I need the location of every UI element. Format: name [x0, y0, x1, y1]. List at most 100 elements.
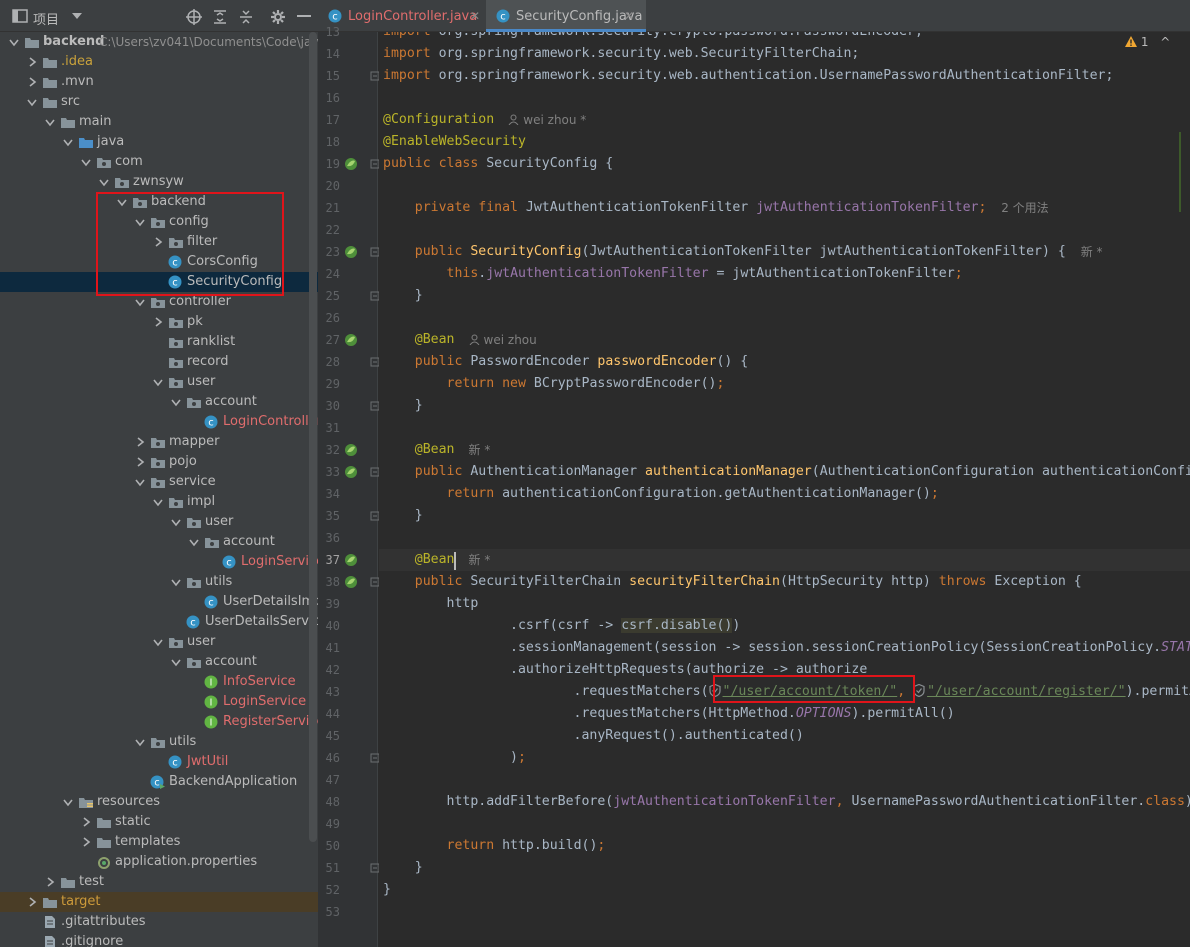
- tree-item[interactable]: ranklist: [0, 332, 318, 352]
- inspection-widget[interactable]: 1 ^: [1125, 35, 1170, 49]
- spring-bean-icon[interactable]: [344, 157, 358, 171]
- spring-bean-icon[interactable]: [344, 443, 358, 457]
- tree-item[interactable]: .gitignore: [0, 932, 318, 947]
- tree-item[interactable]: resources: [0, 792, 318, 812]
- gear-icon[interactable]: [270, 9, 286, 25]
- tree-item[interactable]: I RegisterService: [0, 712, 318, 732]
- chevron-down-icon[interactable]: [170, 576, 182, 588]
- spring-bean-icon[interactable]: [344, 333, 358, 347]
- tree-item[interactable]: backend C:\Users\zv041\Documents\Code\jav…: [0, 32, 318, 52]
- tree-item[interactable]: utils: [0, 732, 318, 752]
- chevron-down-icon[interactable]: [72, 13, 82, 19]
- inlay-hint-container[interactable]: 2 个用法: [1001, 197, 1048, 219]
- inlay-hint-container[interactable]: wei zhou *: [508, 109, 586, 131]
- tree-item[interactable]: c UserDetailsImpl: [0, 592, 318, 612]
- locate-file-icon[interactable]: [186, 9, 202, 25]
- tree-item[interactable]: zwnsyw: [0, 172, 318, 192]
- tree-item[interactable]: src: [0, 92, 318, 112]
- expand-all-icon[interactable]: [212, 9, 228, 25]
- chevron-down-icon[interactable]: [44, 116, 56, 128]
- tree-item[interactable]: pojo: [0, 452, 318, 472]
- chevron-right-icon[interactable]: [26, 76, 38, 88]
- tree-item[interactable]: application.properties: [0, 852, 318, 872]
- chevron-down-icon[interactable]: [134, 476, 146, 488]
- project-panel-title[interactable]: 项目: [33, 9, 59, 28]
- chevron-down-icon[interactable]: [170, 516, 182, 528]
- tree-item[interactable]: I LoginService: [0, 692, 318, 712]
- tree-item[interactable]: .mvn: [0, 72, 318, 92]
- tree-item[interactable]: main: [0, 112, 318, 132]
- code-editor[interactable]: import org.springframework.security.cryp…: [379, 32, 1190, 947]
- chevron-down-icon[interactable]: [62, 796, 74, 808]
- tree-item[interactable]: account: [0, 392, 318, 412]
- minimize-icon[interactable]: [297, 15, 311, 17]
- spring-bean-icon[interactable]: [344, 465, 358, 479]
- tree-item[interactable]: target: [0, 892, 318, 912]
- tree-item[interactable]: mapper: [0, 432, 318, 452]
- tree-item[interactable]: impl: [0, 492, 318, 512]
- chevron-down-icon[interactable]: [134, 736, 146, 748]
- tab-login-controller[interactable]: c LoginController.java ✕: [318, 0, 486, 32]
- project-view-icon[interactable]: [12, 9, 28, 23]
- chevron-right-icon[interactable]: [80, 816, 92, 828]
- chevron-down-icon[interactable]: [188, 536, 200, 548]
- chevron-right-icon[interactable]: [152, 316, 164, 328]
- package-icon: [187, 398, 201, 408]
- tree-item[interactable]: .idea: [0, 52, 318, 72]
- chevron-down-icon[interactable]: [152, 376, 164, 388]
- tree-item[interactable]: pk: [0, 312, 318, 332]
- tree-item[interactable]: user: [0, 372, 318, 392]
- chevron-down-icon[interactable]: [170, 396, 182, 408]
- tree-item[interactable]: I InfoService: [0, 672, 318, 692]
- tree-item[interactable]: templates: [0, 832, 318, 852]
- line-number: 20: [325, 179, 340, 193]
- inlay-hint-container[interactable]: 新 *: [469, 439, 491, 461]
- tree-item[interactable]: .gitattributes: [0, 912, 318, 932]
- tree-item[interactable]: user: [0, 632, 318, 652]
- tree-item[interactable]: record: [0, 352, 318, 372]
- tree-item[interactable]: static: [0, 812, 318, 832]
- chevron-down-icon[interactable]: [8, 36, 20, 48]
- chevron-right-icon[interactable]: [134, 456, 146, 468]
- chevron-right-icon[interactable]: [44, 876, 56, 888]
- chevron-down-icon[interactable]: [170, 656, 182, 668]
- tab-security-config[interactable]: c SecurityConfig.java ✕: [486, 0, 646, 32]
- tree-item[interactable]: utils: [0, 572, 318, 592]
- spring-bean-icon[interactable]: [344, 575, 358, 589]
- close-icon[interactable]: ✕: [470, 9, 480, 23]
- tree-item[interactable]: c UserDetailsServiceImpl: [0, 612, 318, 632]
- chevron-down-icon[interactable]: [80, 156, 92, 168]
- tree-item[interactable]: c BackendApplication: [0, 772, 318, 792]
- collapse-all-icon[interactable]: [238, 9, 254, 25]
- tree-item[interactable]: user: [0, 512, 318, 532]
- close-icon[interactable]: ✕: [624, 9, 634, 23]
- tree-item[interactable]: account: [0, 652, 318, 672]
- chevron-right-icon[interactable]: [80, 836, 92, 848]
- chevron-right-icon[interactable]: [134, 436, 146, 448]
- tree-item[interactable]: c LoginServiceImpl: [0, 552, 318, 572]
- tree-item[interactable]: account: [0, 532, 318, 552]
- tree-item[interactable]: test: [0, 872, 318, 892]
- chevron-right-icon[interactable]: [26, 896, 38, 908]
- chevron-down-icon[interactable]: [152, 636, 164, 648]
- code-line: .requestMatchers(HttpMethod.OPTIONS).per…: [383, 703, 955, 725]
- tree-item[interactable]: service: [0, 472, 318, 492]
- chevron-down-icon[interactable]: [152, 496, 164, 508]
- inlay-hint-container[interactable]: wei zhou: [469, 329, 537, 351]
- tree-item[interactable]: c JwtUtil: [0, 752, 318, 772]
- tree-item[interactable]: c LoginController: [0, 412, 318, 432]
- inlay-hint-container[interactable]: 新 *: [469, 549, 491, 571]
- code-token: jwtAuthenticationTokenFilter: [613, 794, 836, 809]
- tree-item[interactable]: com: [0, 152, 318, 172]
- spring-bean-icon[interactable]: [344, 553, 358, 567]
- svg-text:c: c: [500, 12, 506, 23]
- tree-item[interactable]: java: [0, 132, 318, 152]
- chevron-down-icon[interactable]: [98, 176, 110, 188]
- chevron-down-icon[interactable]: [26, 96, 38, 108]
- chevron-right-icon[interactable]: [26, 56, 38, 68]
- inlay-hint-container[interactable]: 新 *: [1081, 241, 1103, 263]
- chevron-down-icon[interactable]: [62, 136, 74, 148]
- project-scrollbar[interactable]: [309, 32, 317, 842]
- chevron-down-icon[interactable]: [134, 296, 146, 308]
- spring-bean-icon[interactable]: [344, 245, 358, 259]
